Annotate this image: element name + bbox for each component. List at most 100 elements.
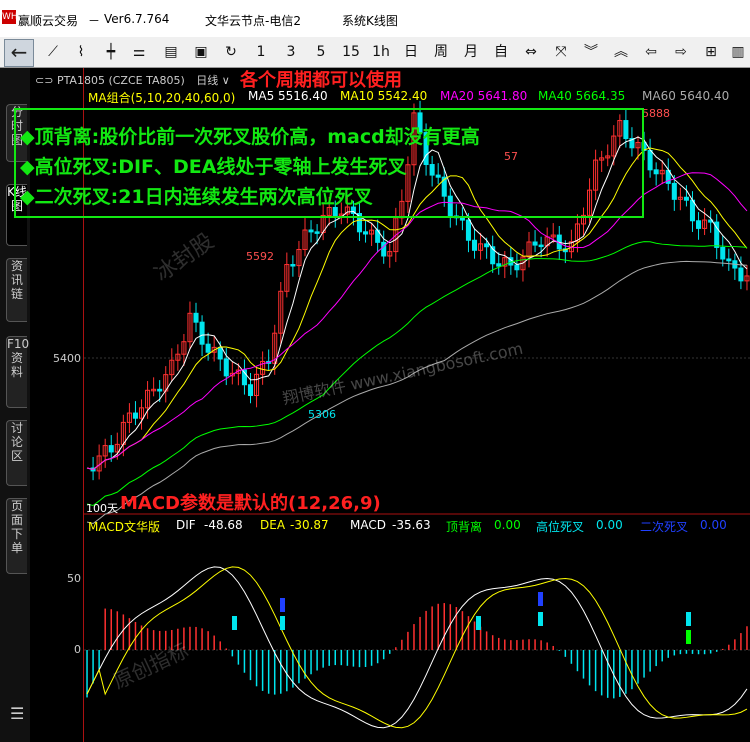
price-low-label: 5306 — [308, 408, 336, 421]
signal-marker — [476, 616, 481, 630]
app-version: Ver6.7.764 — [104, 12, 170, 26]
candle — [471, 239, 478, 251]
shrink-icon[interactable]: ⇔ — [520, 40, 542, 64]
period-5-button[interactable]: 5 — [310, 40, 332, 64]
period-1h-button[interactable]: 1h — [370, 40, 392, 64]
tab-news[interactable]: 资讯链 — [6, 258, 27, 322]
candle — [381, 241, 387, 257]
volume-icon[interactable]: ⚌ — [128, 40, 150, 64]
expand-icon[interactable]: ⤧ — [550, 40, 572, 64]
candle — [726, 258, 732, 262]
macd-label: MACD — [350, 518, 386, 532]
ma10-value: MA10 5542.40 — [340, 89, 428, 103]
symbol-name: PTA1805 (CZCE TA805) — [56, 74, 185, 87]
candle — [247, 384, 254, 397]
candle — [514, 264, 520, 271]
layout-icon[interactable]: ⊞ — [700, 40, 722, 64]
app-name: 赢顺云交易 — [18, 14, 79, 28]
days-label: 100天 — [86, 502, 118, 515]
period-3-button[interactable]: 3 — [280, 40, 302, 64]
period-month-button[interactable]: 月 — [460, 40, 482, 64]
candle — [653, 169, 659, 175]
tab-f10[interactable]: F10资料 — [6, 336, 29, 408]
candle — [290, 264, 296, 267]
period-selector[interactable]: 日线 — [196, 74, 218, 87]
macd-info-bar: MACD文华版 DIF -48.68 DEA -30.87 MACD -35.6… — [84, 517, 750, 535]
ma40-value: MA40 5664.35 — [538, 89, 626, 103]
arrow-right-icon[interactable]: ⇨ — [670, 40, 692, 64]
server-node: 文华云节点-电信2 — [205, 14, 301, 28]
dea-value: -30.87 — [290, 518, 329, 532]
macd-tick-50: 50 — [67, 572, 81, 585]
annotation-line-1: ◆顶背离:股价比前一次死叉股价高，macd却没有更高 — [20, 126, 480, 148]
kline-icon[interactable]: ┿ — [100, 40, 122, 64]
ma20-value: MA20 5641.80 — [440, 89, 528, 103]
period-week-button[interactable]: 周 — [430, 40, 452, 64]
ma-combo-label[interactable]: MA组合(5,10,20,40,60,0) — [88, 89, 235, 106]
signal-marker — [686, 612, 691, 626]
candle — [465, 219, 471, 241]
period-1-button[interactable]: 1 — [250, 40, 272, 64]
candle — [199, 321, 205, 345]
candle — [132, 412, 138, 419]
candle — [738, 267, 744, 282]
title-bar: WH 赢顺云交易 － Ver6.7.764 文华云节点-电信2 系统K线图 — [0, 0, 750, 40]
period-15-button[interactable]: 15 — [340, 40, 362, 64]
candle — [205, 343, 211, 353]
signal-marker — [280, 616, 285, 630]
tab-order[interactable]: 页面下单 — [6, 498, 27, 574]
refresh-icon[interactable]: ↻ — [220, 40, 242, 64]
app-logo-icon: WH — [2, 10, 18, 24]
ma60-value: MA60 5640.40 — [642, 89, 730, 103]
period-day-button[interactable]: 日 — [400, 40, 422, 64]
top-div-value: 0.00 — [494, 518, 521, 532]
draw-line-icon[interactable]: ⟋ — [42, 40, 64, 64]
annotation-line-2: ◆高位死叉:DIF、DEA线处于零轴上发生死叉 — [20, 156, 407, 178]
candle — [496, 263, 502, 267]
price-high-label: 5888 — [642, 107, 670, 120]
second-cross-value: 0.00 — [700, 518, 727, 532]
chevron-down-icon[interactable]: ︾ — [580, 40, 602, 64]
grid-icon[interactable]: ▤ — [160, 40, 182, 64]
candle — [671, 182, 677, 200]
high-cross-label: 高位死叉 — [536, 520, 585, 534]
candle — [538, 244, 544, 248]
arrow-left-icon[interactable]: ⇦ — [640, 40, 662, 64]
signal-marker — [280, 598, 285, 612]
candle — [363, 231, 369, 235]
candle — [193, 312, 199, 323]
candle — [696, 220, 702, 229]
macd-tick-0: 0 — [74, 643, 81, 656]
tab-forum[interactable]: 讨论区 — [6, 420, 27, 486]
line-chart-icon[interactable]: ⌇ — [70, 40, 92, 64]
signal-marker — [232, 616, 237, 630]
symbol-header: ⊂⊃ PTA1805 (CZCE TA805) 日线 ∨ — [35, 72, 230, 88]
high-cross-value: 0.00 — [596, 518, 623, 532]
dea-label: DEA — [260, 518, 286, 532]
candle — [484, 243, 490, 248]
signal-marker — [538, 592, 543, 606]
candle — [459, 217, 465, 221]
candle — [532, 241, 538, 246]
candle — [223, 358, 229, 377]
candle — [217, 346, 223, 360]
macd-indicator-label[interactable]: MACD文华版 — [88, 518, 160, 535]
chevron-up-icon[interactable]: ︽ — [610, 40, 632, 64]
signal-marker — [538, 612, 543, 626]
chevron-down-icon[interactable]: ∨ — [222, 74, 230, 87]
top-div-label: 顶背离 — [446, 520, 483, 534]
menu-icon[interactable]: ☰ — [10, 704, 24, 723]
back-button[interactable]: ← — [4, 39, 34, 67]
window-title: 系统K线图 — [342, 14, 398, 28]
more-icon[interactable]: ▥ — [728, 40, 748, 64]
period-custom-button[interactable]: 自 — [490, 40, 512, 64]
price-mid-label: 5592 — [246, 250, 274, 263]
macd-params-note: MACD参数是默认的(12,26,9) — [120, 493, 381, 514]
dif-value: -48.68 — [204, 518, 243, 532]
save-icon[interactable]: ▣ — [190, 40, 212, 64]
candle — [647, 149, 653, 171]
toolbar: ← ⟋ ⌇ ┿ ⚌ ▤ ▣ ↻ 1 3 5 15 1h 日 周 月 自 ⇔ ⤧ … — [0, 37, 750, 68]
annotation-box: ◆顶背离:股价比前一次死叉股价高，macd却没有更高 ◆高位死叉:DIF、DEA… — [14, 108, 644, 218]
second-cross-label: 二次死叉 — [640, 520, 689, 534]
title-dash: － — [88, 14, 101, 28]
